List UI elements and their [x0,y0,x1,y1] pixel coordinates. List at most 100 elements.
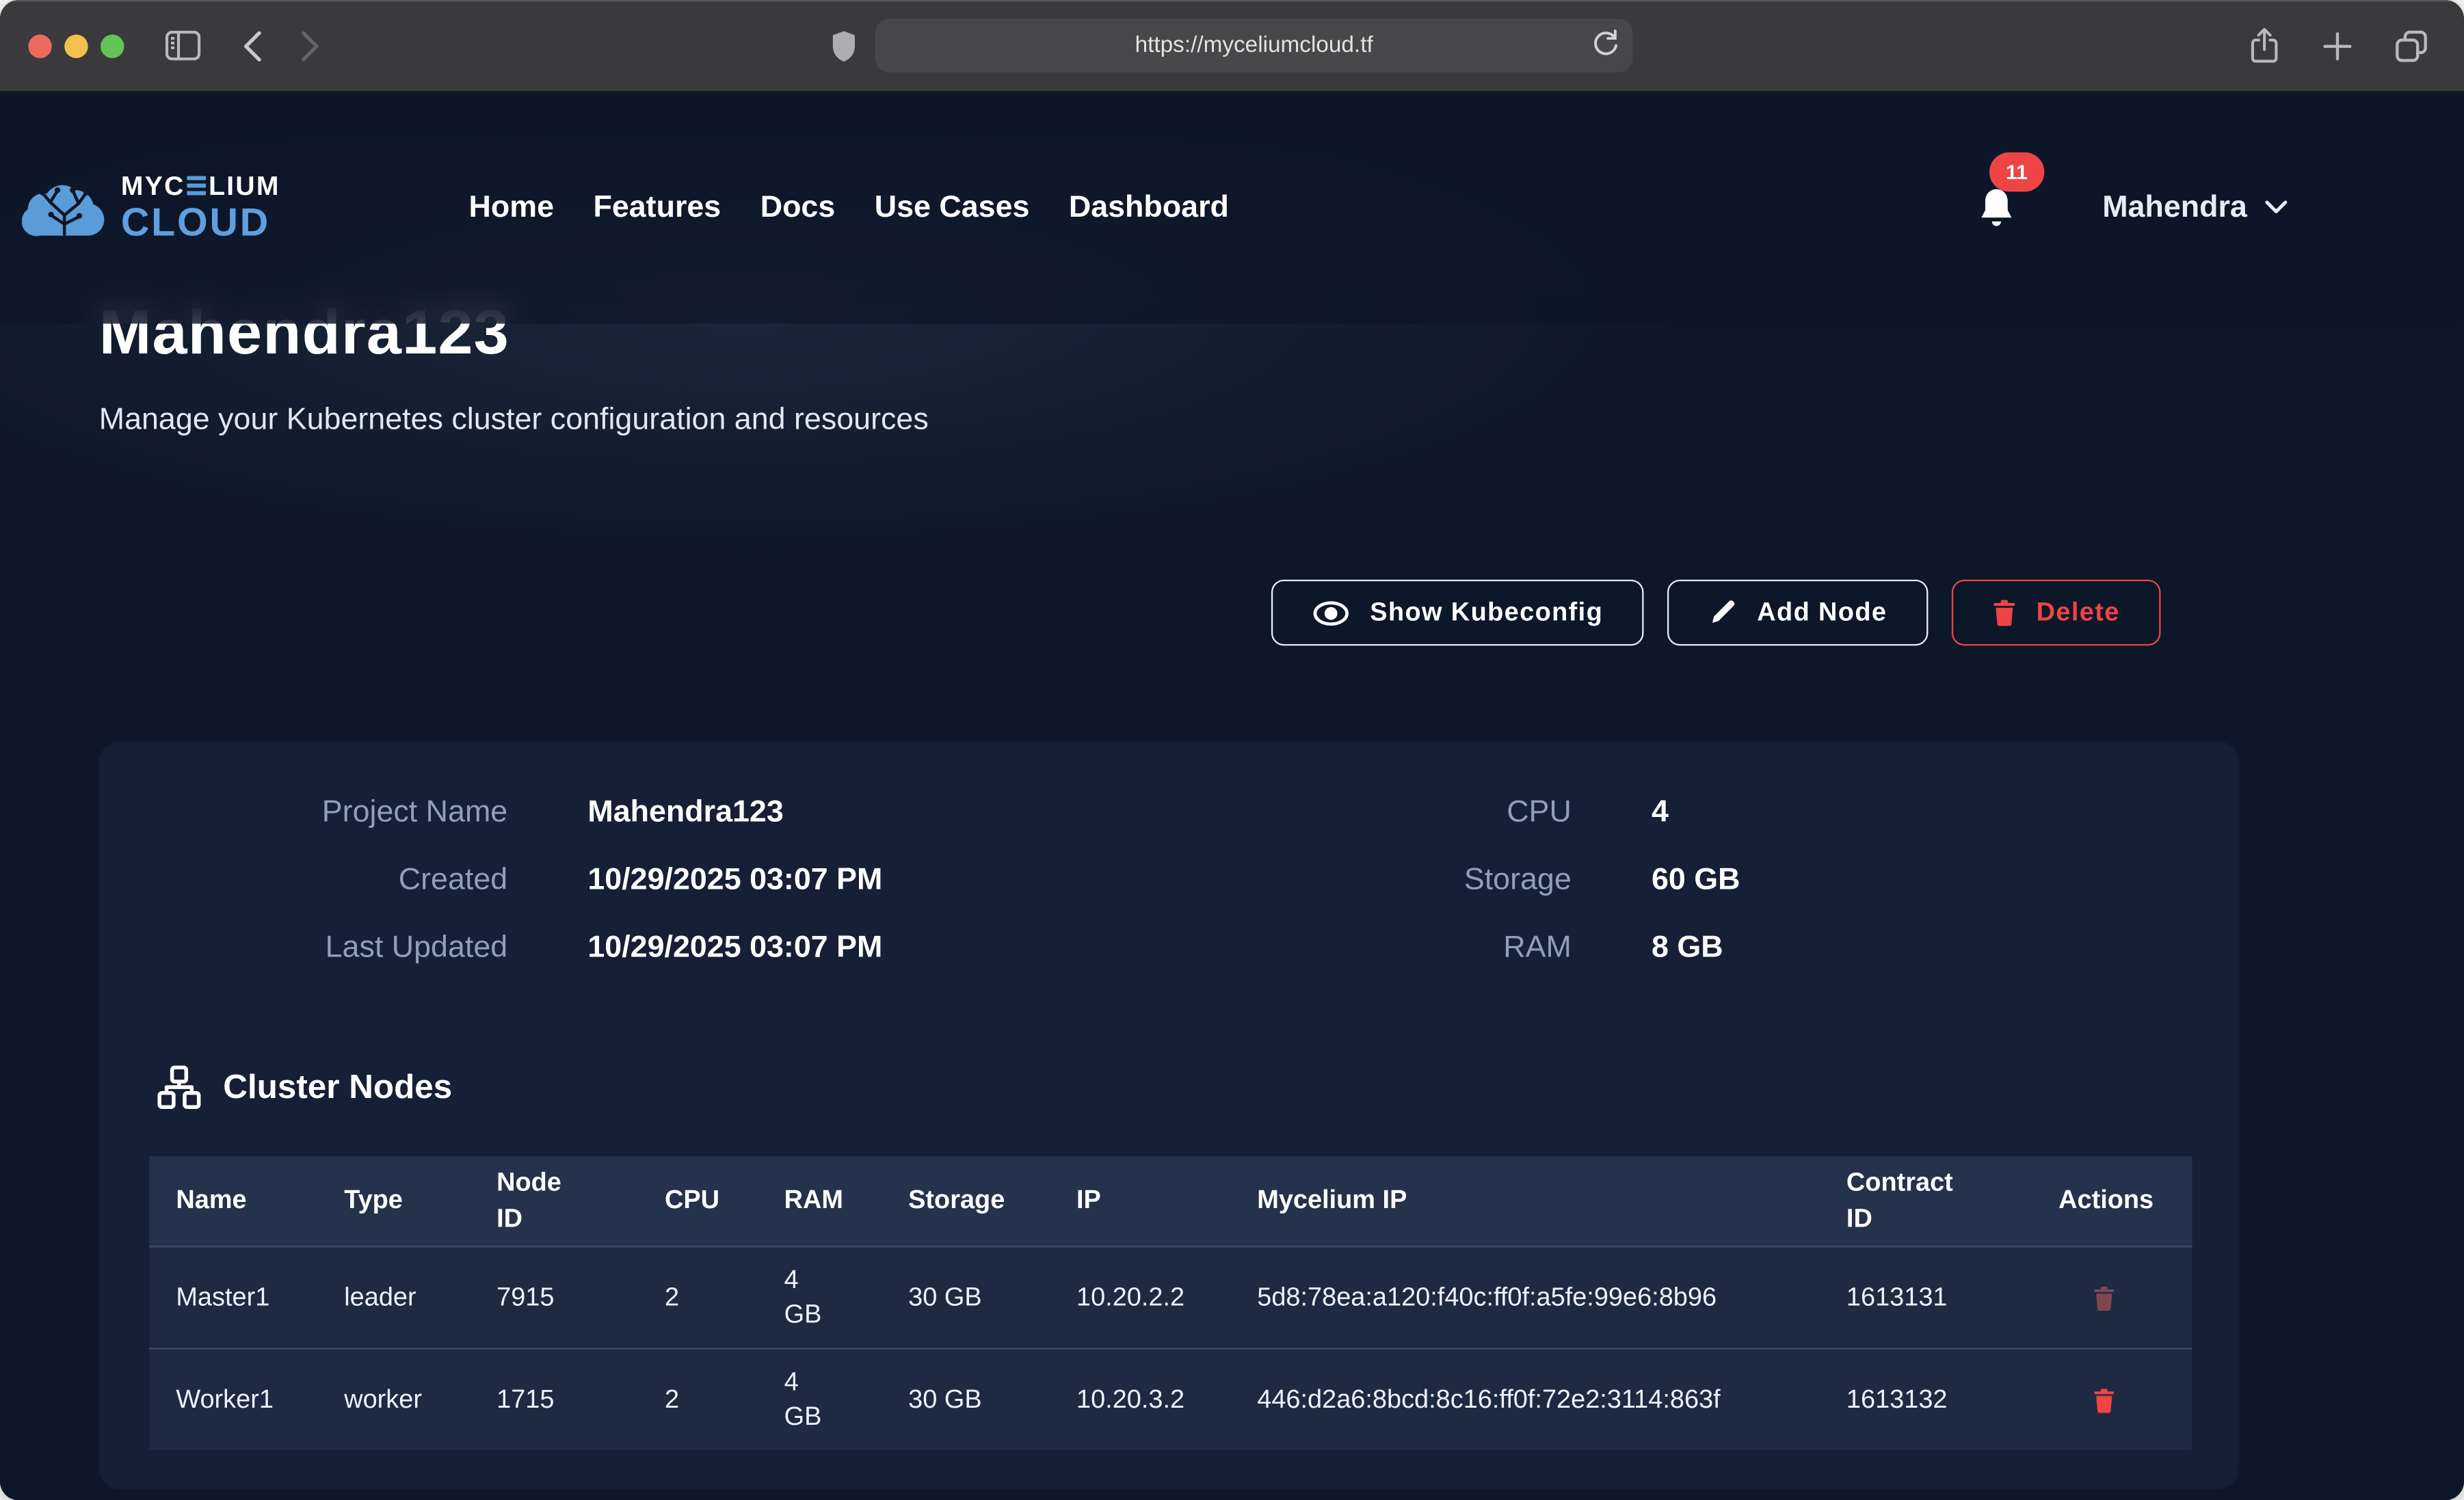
cluster-actions: Show Kubeconfig Add Node [1271,580,2161,646]
cell-mycelium-ip: 5d8:78ea:a120:f40c:ff0f:a5fe:99e6:8b96 [1230,1280,1820,1315]
table-row-master1: Master1 leader 7915 2 4 GB 30 GB 10.20.2… [149,1246,2192,1348]
ram-label: RAM [1201,930,1572,966]
col-node-id: Node ID [470,1166,638,1236]
cell-name: Master1 [149,1280,317,1315]
site-navbar: MYCLIUM CLOUD Home Features Docs Use Cas… [0,91,2464,323]
user-name: Mahendra [2102,189,2247,226]
ram-value: 8 GB [1652,930,1723,966]
table-header-row: Name Type Node ID CPU RAM Storage IP Myc… [149,1156,2192,1246]
col-type: Type [317,1183,470,1218]
forward-icon[interactable] [300,29,321,62]
col-contract-id: Contract ID [1820,1166,2032,1236]
cell-cpu: 2 [638,1280,758,1315]
brand-top-line: MYCLIUM [121,172,280,199]
sidebar-toggle-icon[interactable] [165,30,201,62]
page-subtitle: Manage your Kubernetes cluster configura… [99,402,929,438]
web-page: Mahendra123 Manage your Kubernetes clust… [0,91,2464,1500]
reload-icon[interactable] [1592,28,1619,59]
share-icon[interactable] [2247,27,2282,64]
col-actions: Actions [2032,1183,2192,1218]
nav-link-home[interactable]: Home [468,189,554,226]
last-updated-value: 10/29/2025 03:07 PM [587,930,882,966]
screen: https://myceliumcloud.tf [0,0,2464,1500]
project-name-value: Mahendra123 [587,795,783,831]
created-label: Created [101,862,507,898]
address-bar[interactable]: https://myceliumcloud.tf [875,19,1633,72]
col-ram: RAM [758,1183,882,1218]
chevron-down-icon [2264,200,2288,215]
new-tab-icon[interactable] [2321,27,2354,64]
notification-badge: 11 [1989,152,2044,191]
cell-actions [2032,1284,2192,1311]
nav-link-features[interactable]: Features [593,189,721,226]
browser-toolbar: https://myceliumcloud.tf [0,0,2464,91]
col-mycelium-ip: Mycelium IP [1230,1183,1820,1218]
last-updated-label: Last Updated [101,930,507,966]
delete-node-button[interactable] [2093,1387,2115,1413]
nav-links: Home Features Docs Use Cases Dashboard [468,189,1228,226]
shield-icon[interactable] [832,29,857,62]
traffic-lights [28,34,124,57]
address-bar-url: https://myceliumcloud.tf [1135,33,1373,58]
brand-logo[interactable]: MYCLIUM CLOUD [22,172,280,243]
cell-ip: 10.20.2.2 [1050,1280,1230,1315]
cell-contract-id: 1613131 [1820,1280,2032,1315]
col-ip: IP [1050,1183,1230,1218]
pencil-icon [1708,598,1736,626]
storage-label: Storage [1201,862,1572,898]
trash-icon [2093,1387,2115,1413]
project-name-label: Project Name [101,795,507,831]
cluster-nodes-heading: Cluster Nodes [157,1065,452,1109]
brand-bottom-line: CLOUD [121,204,280,243]
close-window-button[interactable] [28,34,51,57]
cell-type: leader [317,1280,470,1315]
delete-node-button[interactable] [2093,1284,2115,1311]
nav-link-docs[interactable]: Docs [760,189,836,226]
cell-mycelium-ip: 446:d2a6:8bcd:8c16:ff0f:72e2:3114:863f [1230,1382,1820,1417]
eye-icon [1312,600,1349,626]
storage-value: 60 GB [1652,862,1740,898]
back-icon[interactable] [242,29,263,62]
cell-node-id: 7915 [470,1280,638,1315]
col-storage: Storage [882,1183,1050,1218]
cell-cpu: 2 [638,1382,758,1417]
zoom-window-button[interactable] [101,34,124,57]
cell-contract-id: 1613132 [1820,1382,2032,1417]
cell-node-id: 1715 [470,1382,638,1417]
project-info-right: CPU 4 Storage 60 GB RAM 8 GB [1201,795,2175,997]
cell-ram: 4 GB [758,1365,882,1434]
cpu-value: 4 [1652,795,1669,831]
col-name: Name [149,1183,317,1218]
brand-wordmark: MYCLIUM CLOUD [121,172,280,243]
cell-type: worker [317,1382,470,1417]
cell-storage: 30 GB [882,1382,1050,1417]
col-cpu: CPU [638,1183,758,1218]
stylized-e-glyph [187,175,207,196]
project-card: Project Name Mahendra123 Created 10/29/202… [101,743,2238,1488]
minimize-window-button[interactable] [64,34,88,57]
cpu-label: CPU [1201,795,1572,831]
trash-icon [2093,1284,2115,1311]
delete-cluster-button[interactable]: Delete [1952,580,2161,646]
notifications-button[interactable]: 11 [1975,185,2017,230]
trash-icon [1992,598,2015,626]
add-node-button[interactable]: Add Node [1667,580,1928,646]
nav-link-use-cases[interactable]: Use Cases [875,189,1030,226]
cell-actions [2032,1387,2192,1413]
cell-ip: 10.20.3.2 [1050,1382,1230,1417]
cell-storage: 30 GB [882,1280,1050,1315]
cell-name: Worker1 [149,1382,317,1417]
table-row-worker1: Worker1 worker 1715 2 4 GB 30 GB 10.20.3… [149,1348,2192,1450]
cell-ram: 4 GB [758,1263,882,1332]
cluster-nodes-table: Name Type Node ID CPU RAM Storage IP Myc… [149,1156,2192,1450]
nav-link-dashboard[interactable]: Dashboard [1069,189,1229,226]
show-kubeconfig-button[interactable]: Show Kubeconfig [1271,580,1644,646]
hierarchy-icon [157,1065,201,1109]
browser-window: https://myceliumcloud.tf [0,0,2464,1500]
bell-icon [1975,185,2017,230]
tab-overview-icon[interactable] [2394,27,2430,64]
project-info-left: Project Name Mahendra123 Created 10/29/202… [101,795,1184,997]
cloud-logo-icon [22,174,107,241]
user-menu[interactable]: Mahendra [2102,189,2288,226]
created-value: 10/29/2025 03:07 PM [587,862,882,898]
